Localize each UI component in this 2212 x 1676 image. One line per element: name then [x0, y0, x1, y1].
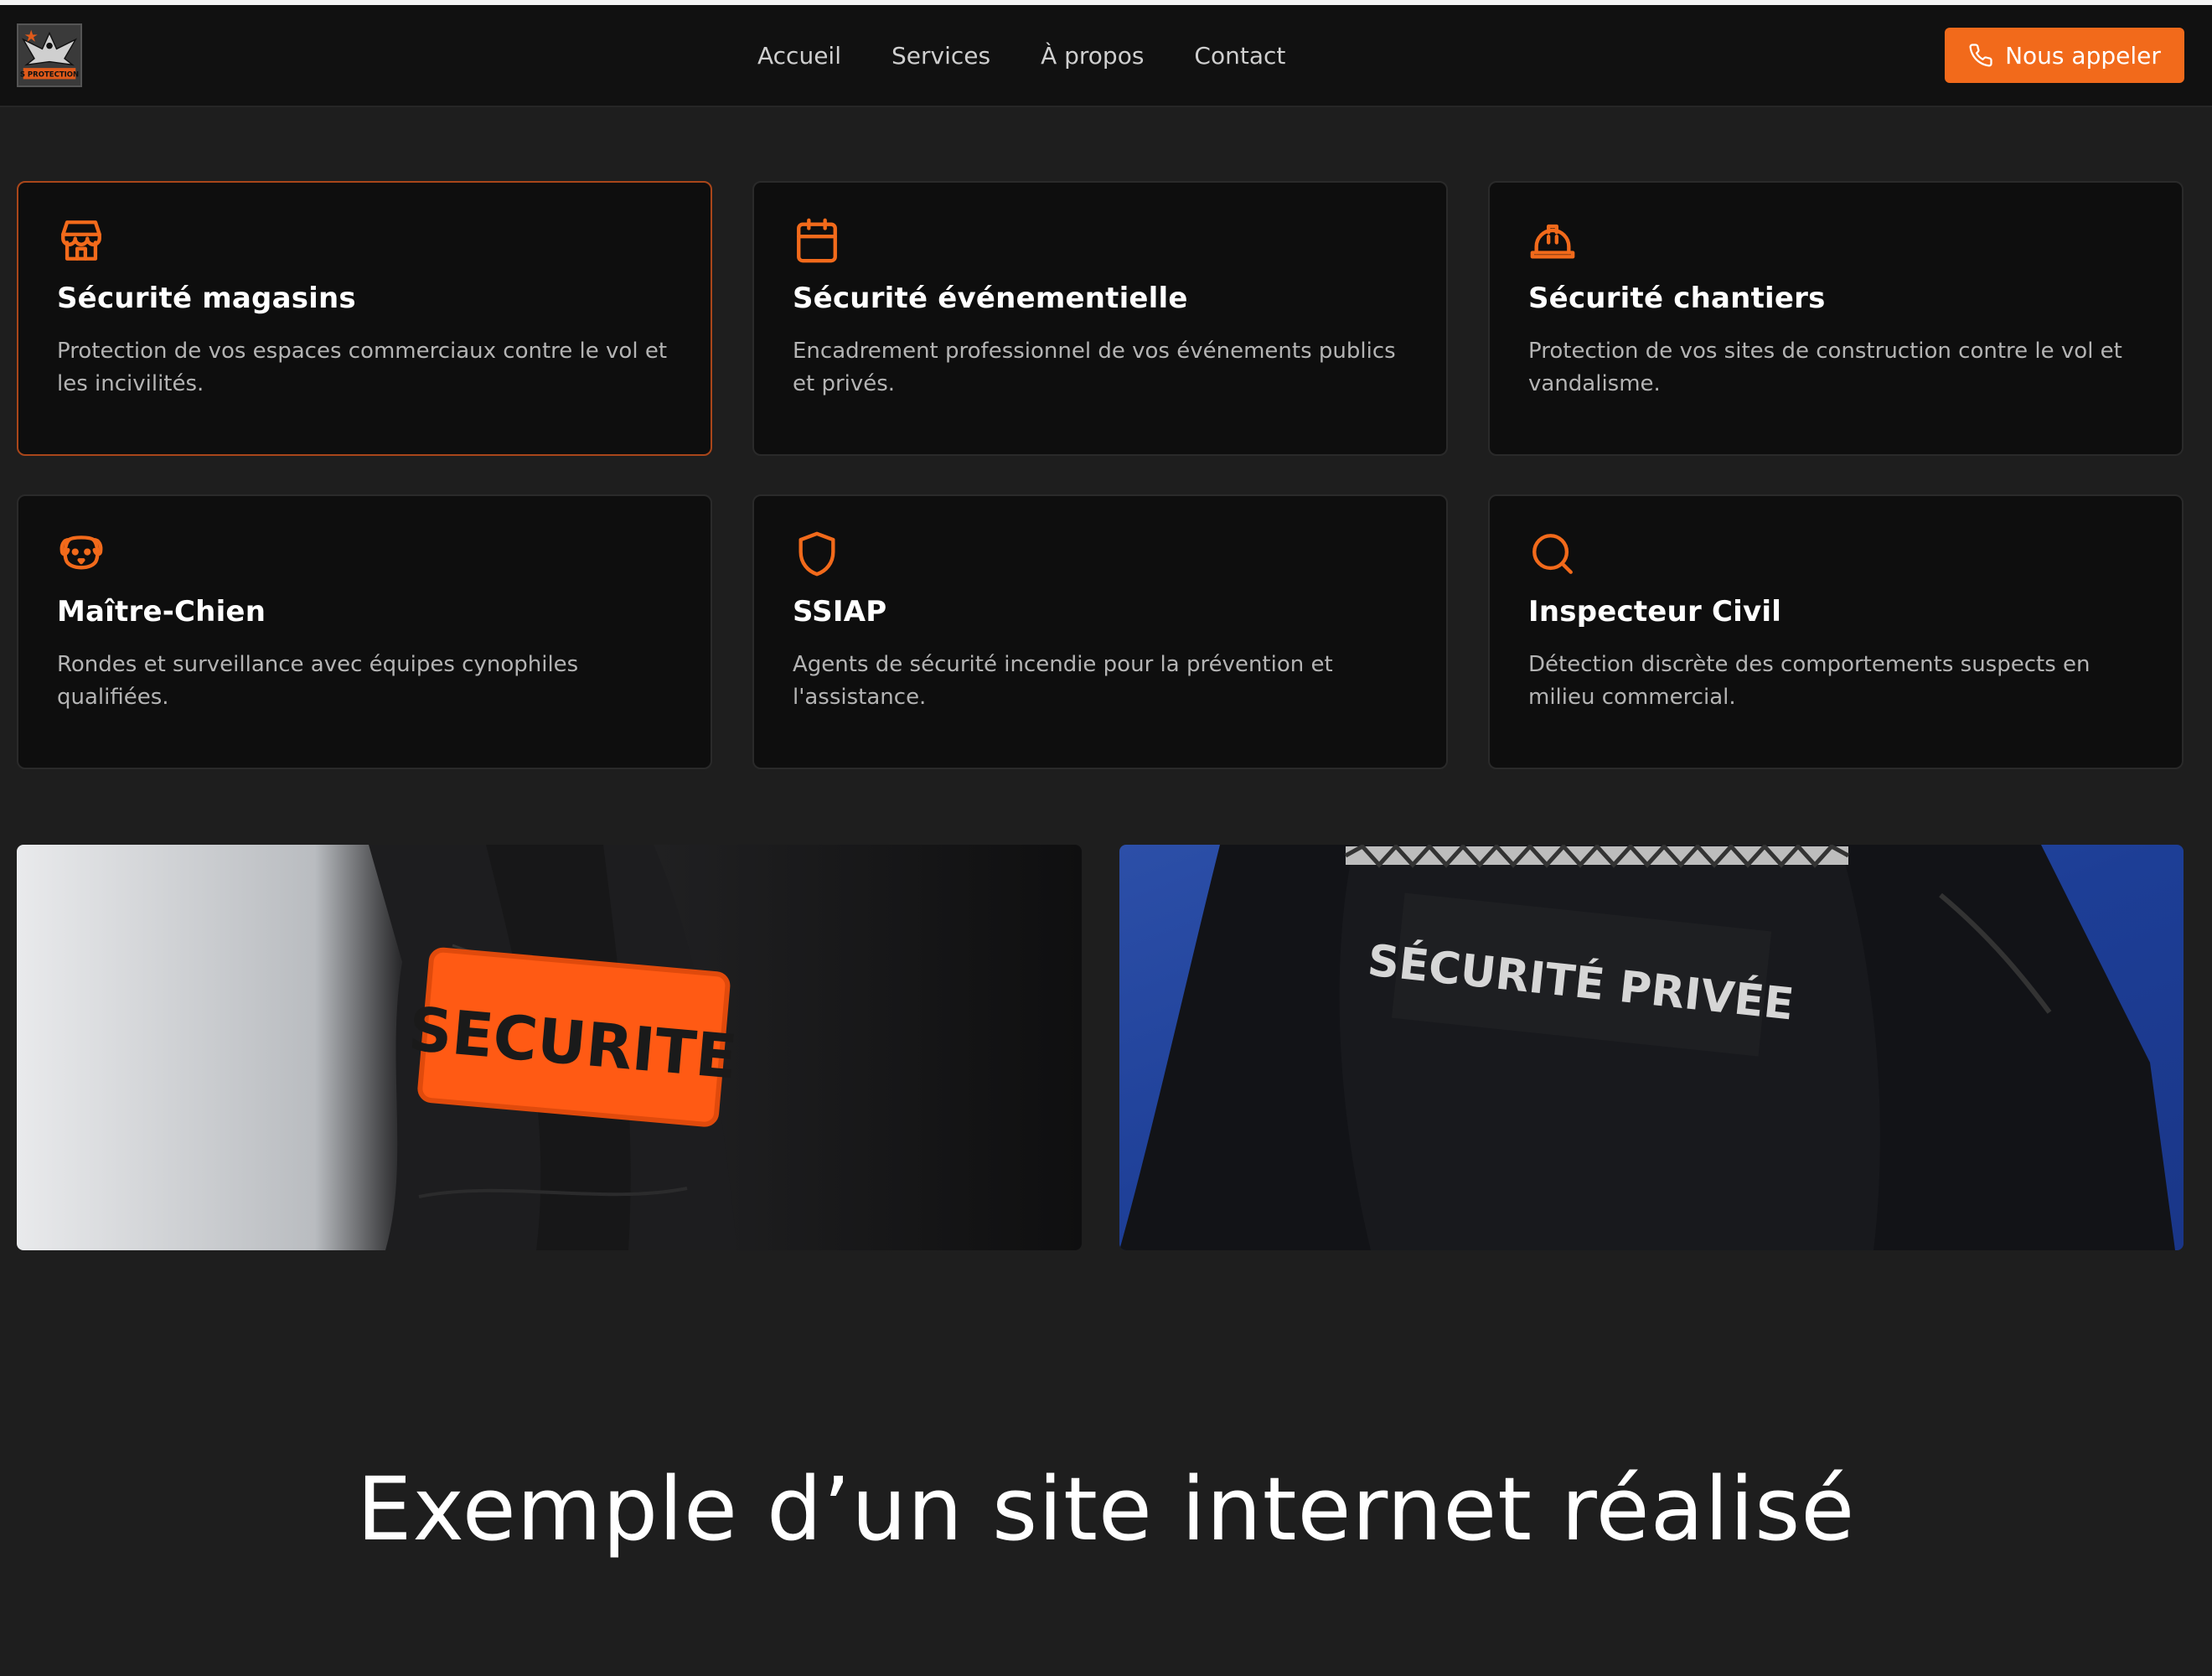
photo-private-security: SÉCURITÉ PRIVÉE — [1119, 845, 2184, 1250]
call-button[interactable]: Nous appeler — [1945, 28, 2184, 83]
service-card-ssiap[interactable]: SSIAP Agents de sécurité incendie pour l… — [752, 494, 1448, 769]
eagle-logo-icon: S PROTECTION — [18, 25, 80, 85]
service-title: Sécurité événementielle — [793, 282, 1188, 315]
service-card-inspecteur-civil[interactable]: Inspecteur Civil Détection discrète des … — [1488, 494, 2184, 769]
nav-services[interactable]: Services — [892, 42, 990, 70]
shield-icon — [793, 530, 841, 578]
site-logo[interactable]: S PROTECTION — [17, 23, 82, 87]
page-caption: Exemple d’un site internet réalisé — [356, 1457, 1856, 1560]
service-title: Inspecteur Civil — [1528, 595, 1782, 628]
service-card-chantiers[interactable]: Sécurité chantiers Protection de vos sit… — [1488, 181, 2184, 456]
calendar-icon — [793, 216, 841, 265]
search-icon — [1528, 530, 1577, 578]
nav-accueil[interactable]: Accueil — [757, 42, 841, 70]
store-icon — [57, 216, 106, 265]
service-description: Protection de vos sites de construction … — [1528, 339, 2122, 396]
hard-hat-icon — [1528, 216, 1577, 265]
nav-a-propos[interactable]: À propos — [1041, 42, 1144, 70]
service-title: Sécurité chantiers — [1528, 282, 1826, 315]
service-title: Sécurité magasins — [57, 282, 356, 315]
svg-text:S PROTECTION: S PROTECTION — [20, 71, 79, 80]
main-nav: Accueil Services À propos Contact — [757, 5, 1336, 106]
dog-icon — [57, 530, 106, 578]
service-title: Maître-Chien — [57, 595, 266, 628]
call-button-label: Nous appeler — [2005, 41, 2161, 70]
service-card-maitre-chien[interactable]: Maître-Chien Rondes et surveillance avec… — [17, 494, 712, 769]
service-card-magasins[interactable]: Sécurité magasins Protection de vos espa… — [17, 181, 712, 456]
service-description: Rondes et surveillance avec équipes cyno… — [57, 652, 579, 710]
phone-icon — [1969, 44, 1992, 67]
service-description: Agents de sécurité incendie pour la prév… — [793, 652, 1333, 710]
service-description: Détection discrète des comportements sus… — [1528, 652, 2091, 710]
photo-security-armband: SECURITE — [17, 845, 1082, 1250]
service-description: Encadrement professionnel de vos événeme… — [793, 339, 1396, 396]
service-card-evenementielle[interactable]: Sécurité événementielle Encadrement prof… — [752, 181, 1448, 456]
service-description: Protection de vos espaces commerciaux co… — [57, 339, 668, 396]
service-title: SSIAP — [793, 595, 887, 628]
site-header: S PROTECTION Accueil Services À propos C… — [0, 5, 2212, 107]
nav-contact[interactable]: Contact — [1194, 42, 1285, 70]
